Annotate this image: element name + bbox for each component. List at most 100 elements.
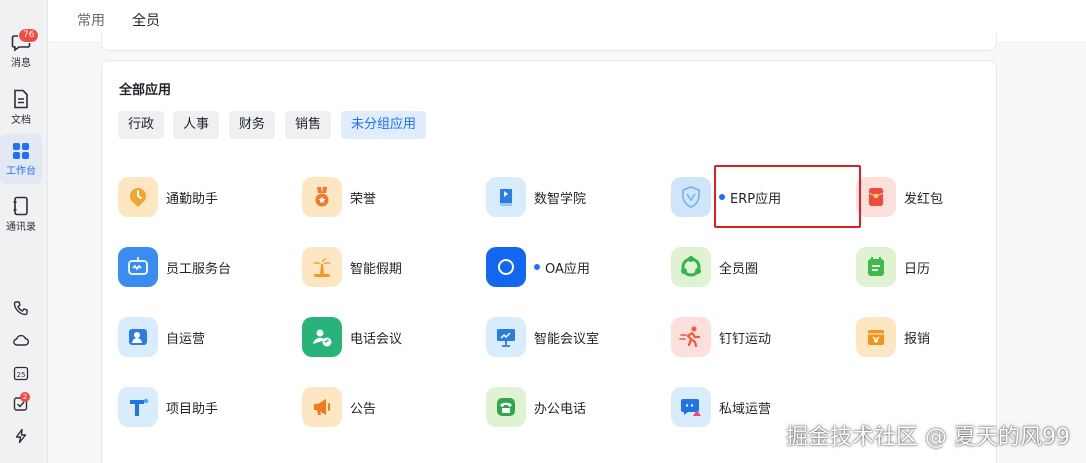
- previous-card-edge: [101, 33, 997, 51]
- presentation-icon: [486, 317, 526, 357]
- app-tile[interactable]: 自运营: [118, 316, 205, 358]
- app-label-text: 通勤助手: [166, 191, 219, 207]
- app-label-text: 自运营: [166, 331, 206, 347]
- clock-pin-icon: [118, 177, 158, 217]
- chip-sales[interactable]: 销售: [285, 111, 332, 139]
- person-card-icon: [118, 317, 158, 357]
- app-label-text: 公告: [350, 401, 377, 417]
- tab-frequent[interactable]: 常用: [77, 10, 105, 30]
- app-label-text: 智能假期: [350, 261, 403, 277]
- chip-finance[interactable]: 财务: [229, 111, 276, 139]
- app-label: 全员圈: [719, 258, 758, 277]
- app-tile[interactable]: 全员圈: [671, 246, 758, 288]
- app-label: 智能假期: [350, 258, 402, 277]
- app-tile[interactable]: 日历: [856, 246, 930, 288]
- app-label: 智能会议室: [534, 328, 599, 347]
- app-tile[interactable]: 数智学院: [486, 176, 586, 218]
- rail-contacts-label: 通讯录: [6, 222, 36, 233]
- receipt-icon: [856, 317, 896, 357]
- app-tile[interactable]: 私域运营: [671, 386, 771, 428]
- unread-badge: 76: [18, 28, 40, 43]
- rail-docs[interactable]: 文档: [0, 89, 42, 126]
- red-envelope-icon: [856, 177, 896, 217]
- app-tile[interactable]: 报销: [856, 316, 930, 358]
- app-tile[interactable]: 员工服务台: [118, 246, 231, 288]
- app-tile[interactable]: 办公电话: [486, 386, 586, 428]
- app-tile[interactable]: 项目助手: [118, 386, 218, 428]
- app-tile[interactable]: 公告: [302, 386, 376, 428]
- rail-cloud[interactable]: [0, 333, 42, 347]
- app-label: 公告: [350, 398, 376, 417]
- rail-lightning[interactable]: [0, 428, 42, 444]
- app-tile[interactable]: 钉钉运动: [671, 316, 771, 358]
- grid-icon: [13, 143, 29, 159]
- app-label-text: 智能会议室: [534, 331, 600, 347]
- app-label-text: 全员圈: [719, 261, 759, 277]
- chip-hr[interactable]: 人事: [173, 111, 220, 139]
- robot-icon: [118, 247, 158, 287]
- app-label-text: OA应用: [545, 261, 590, 277]
- runner-icon: [671, 317, 711, 357]
- book-icon: [486, 177, 526, 217]
- tab-all-staff[interactable]: 全员: [132, 10, 160, 30]
- app-label-text: 荣誉: [350, 191, 377, 207]
- watermark: 掘金技术社区 @ 夏天的风99: [786, 425, 1070, 450]
- rail-calendar[interactable]: 25: [0, 365, 42, 381]
- app-label-text: 发红包: [904, 191, 944, 207]
- rail-contacts[interactable]: 通讯录: [0, 196, 42, 233]
- rail-phone[interactable]: [0, 300, 42, 316]
- app-tile[interactable]: 发红包: [856, 176, 943, 218]
- app-tile[interactable]: 荣誉: [302, 176, 376, 218]
- app-label-text: 员工服务台: [166, 261, 232, 277]
- app-label-text: 私域运营: [719, 401, 772, 417]
- app-label: 日历: [904, 258, 930, 277]
- app-tile[interactable]: 智能会议室: [486, 316, 599, 358]
- app-tile[interactable]: 智能假期: [302, 246, 402, 288]
- palm-tree-icon: [302, 247, 342, 287]
- app-label: 通勤助手: [166, 188, 218, 207]
- app-label: 荣誉: [350, 188, 376, 207]
- document-icon: [14, 89, 28, 109]
- rail-todo[interactable]: 2: [0, 392, 42, 412]
- rail-workbench[interactable]: 工作台: [0, 134, 42, 184]
- calendar-day: 25: [17, 371, 26, 379]
- contacts-book-icon: [13, 196, 28, 216]
- calendar-icon: [856, 247, 896, 287]
- megaphone-icon: [302, 387, 342, 427]
- lightning-icon: [15, 428, 27, 444]
- app-label-text: 项目助手: [166, 401, 219, 417]
- main-area: 常用 全员 全部应用 行政 人事 财务 销售 未分组应用 通勤助手 荣誉 数智学院 E…: [48, 0, 1086, 463]
- rail-workbench-label: 工作台: [6, 166, 36, 177]
- app-label: 员工服务台: [166, 258, 231, 277]
- card-title: 全部应用: [119, 83, 172, 98]
- phone-icon: [13, 301, 28, 316]
- app-tile[interactable]: 电话会议: [302, 316, 402, 358]
- all-apps-card: 全部应用 行政 人事 财务 销售 未分组应用 通勤助手 荣誉 数智学院 ERP应用 发红…: [101, 60, 997, 463]
- chip-ungrouped[interactable]: 未分组应用: [341, 111, 427, 139]
- rail-messages[interactable]: 76 消息: [0, 28, 42, 69]
- app-label: 自运营: [166, 328, 205, 347]
- circle-icon: [486, 247, 526, 287]
- medal-icon: [302, 177, 342, 217]
- todo-badge: 2: [20, 392, 30, 402]
- phone-person-icon: [302, 317, 342, 357]
- app-label-text: 报销: [904, 331, 931, 347]
- app-label-text: 电话会议: [350, 331, 403, 347]
- calendar-icon: 25: [13, 366, 29, 381]
- rail-docs-label: 文档: [11, 115, 31, 126]
- chip-admin[interactable]: 行政: [118, 111, 165, 139]
- app-label: 数智学院: [534, 188, 586, 207]
- app-label: 办公电话: [534, 398, 586, 417]
- app-label: 钉钉运动: [719, 328, 771, 347]
- highlight-box: [714, 165, 861, 228]
- new-indicator-dot: [534, 264, 540, 270]
- app-tile[interactable]: OA应用: [486, 246, 590, 288]
- left-rail: 76 消息 文档 工作台 通讯录 25 2: [0, 0, 48, 463]
- app-label-text: 办公电话: [534, 401, 587, 417]
- erp-shield-icon: [671, 177, 711, 217]
- app-tile[interactable]: 通勤助手: [118, 176, 218, 218]
- cloud-icon: [13, 334, 29, 346]
- app-label: 发红包: [904, 188, 943, 207]
- app-label: 项目助手: [166, 398, 218, 417]
- app-label-text: 钉钉运动: [719, 331, 772, 347]
